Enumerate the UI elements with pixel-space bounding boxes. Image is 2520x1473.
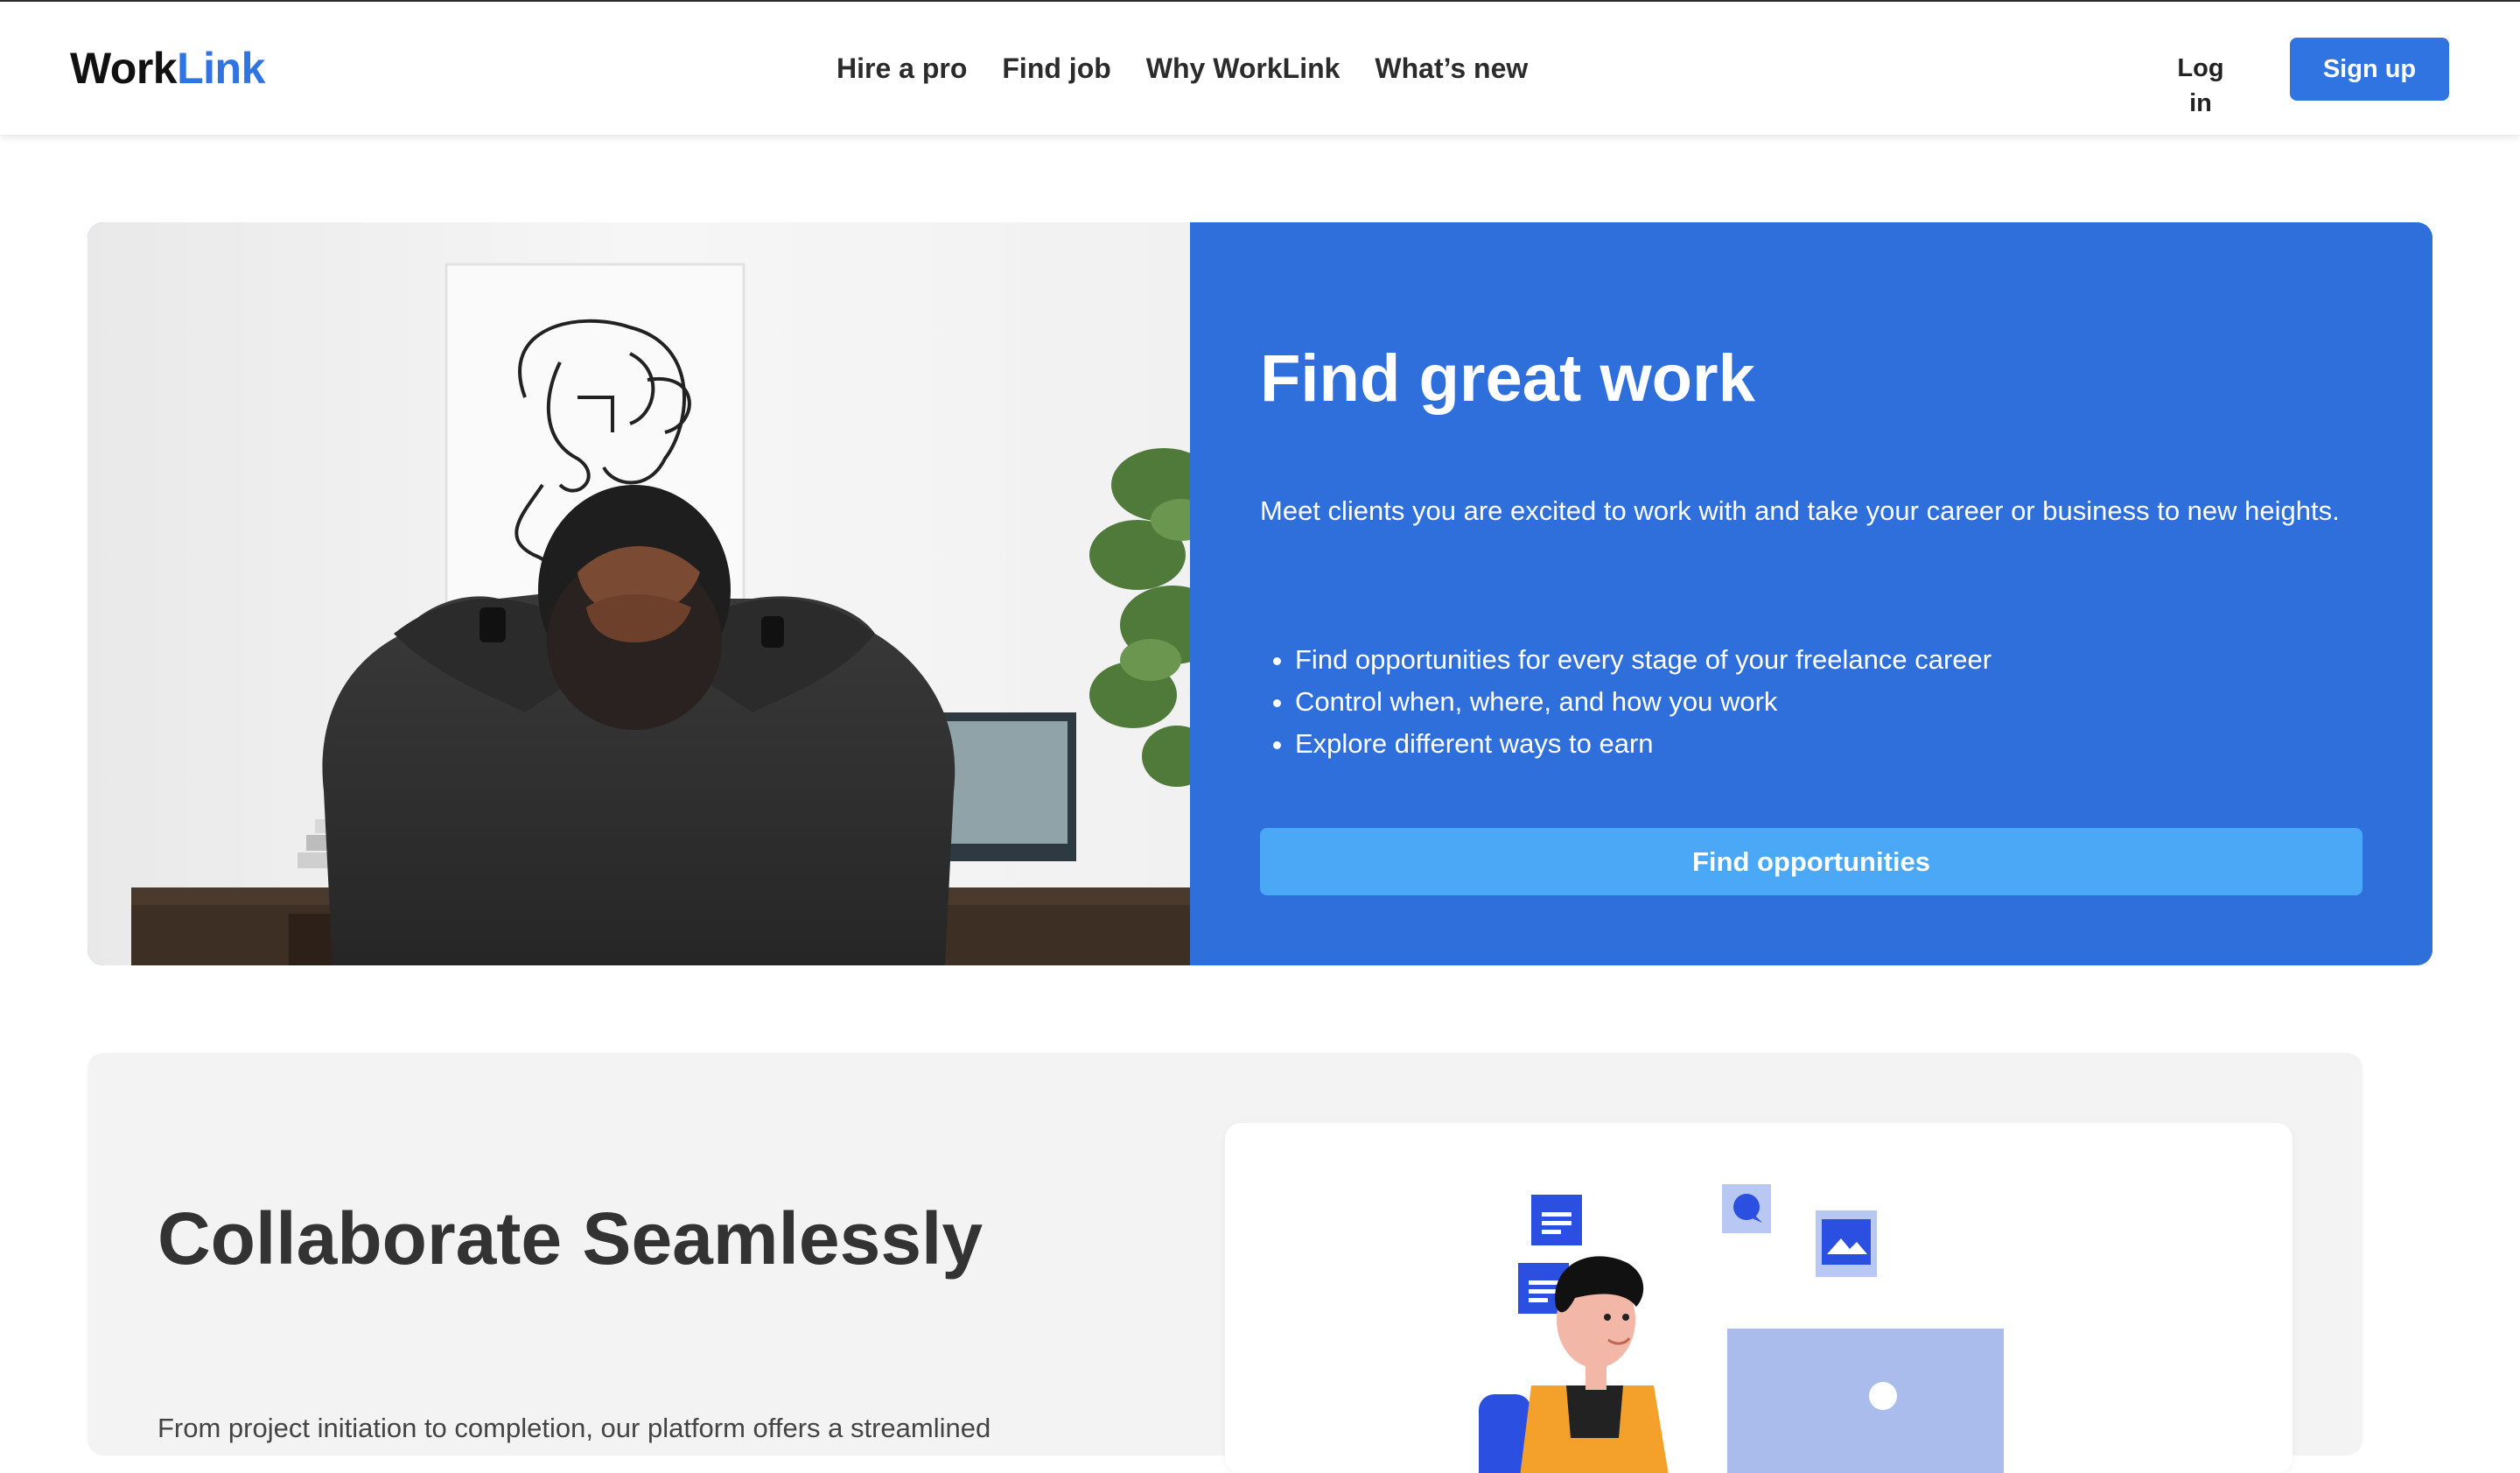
hero-photo — [88, 222, 1190, 965]
hero-panel: Find great work Meet clients you are exc… — [1190, 222, 2432, 965]
nav-find-job[interactable]: Find job — [1002, 51, 1110, 86]
nav-whats-new[interactable]: What’s new — [1375, 51, 1528, 86]
signup-button[interactable]: Sign up — [2290, 38, 2449, 101]
document-icon — [1531, 1195, 1582, 1245]
logo-part-link: Link — [177, 44, 265, 93]
login-link[interactable]: Log in — [2165, 51, 2236, 121]
collab-text: From project initiation to completion, o… — [158, 1413, 991, 1443]
hero-bullet: Find opportunities for every stage of yo… — [1295, 639, 1992, 681]
collaborate-section: Collaborate Seamlessly From project init… — [88, 1053, 2362, 1473]
collab-title: Collaborate Seamlessly — [158, 1197, 984, 1280]
main-nav: Hire a pro Find job Why WorkLink What’s … — [836, 51, 1528, 86]
hero-bullet: Control when, where, and how you work — [1295, 681, 1992, 723]
nav-hire-a-pro[interactable]: Hire a pro — [836, 51, 967, 86]
collab-illustration-card — [1225, 1123, 2292, 1473]
find-opportunities-button[interactable]: Find opportunities — [1260, 828, 2362, 895]
image-icon — [1816, 1210, 1877, 1277]
navbar: WorkLink Hire a pro Find job Why WorkLin… — [0, 2, 2520, 135]
worklink-logo[interactable]: WorkLink — [70, 42, 265, 95]
hero-bullets: Find opportunities for every stage of yo… — [1260, 639, 1992, 765]
hero-title: Find great work — [1260, 341, 1755, 416]
chat-icon — [1722, 1184, 1771, 1233]
collaboration-illustration — [1479, 1184, 2004, 1473]
hero-bullet: Explore different ways to earn — [1295, 723, 1992, 765]
logo-part-work: Work — [70, 44, 178, 93]
nav-why-worklink[interactable]: Why WorkLink — [1146, 51, 1340, 86]
hero-description: Meet clients you are excited to work wit… — [1260, 495, 2340, 526]
hero-section: Find great work Meet clients you are exc… — [88, 222, 2432, 965]
